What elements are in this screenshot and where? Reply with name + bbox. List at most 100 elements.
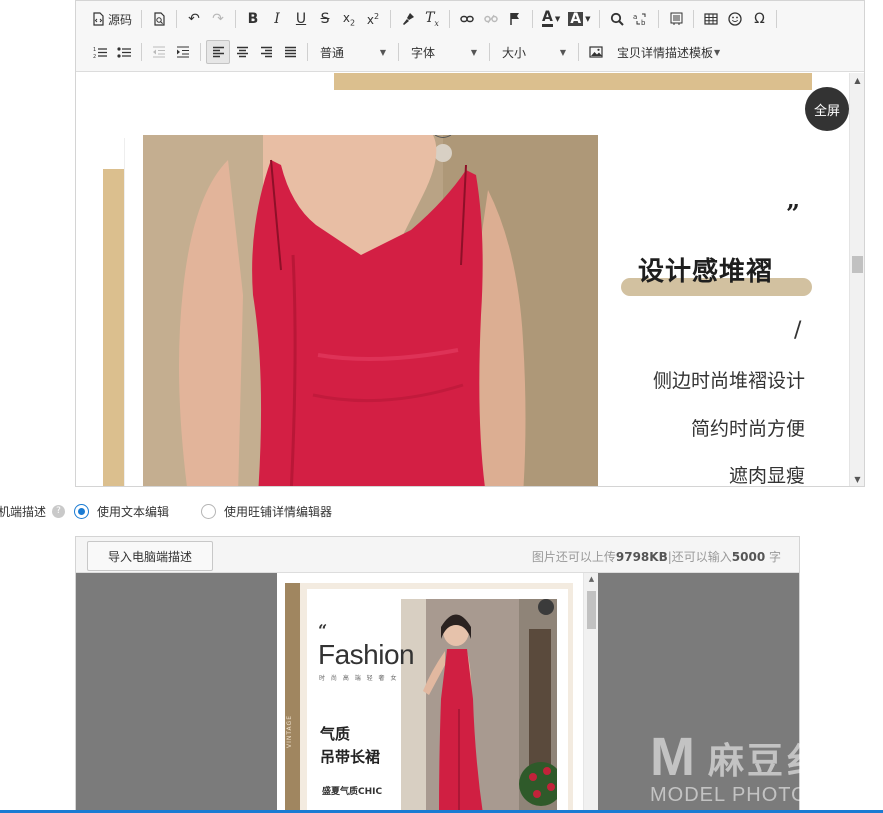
source-code-label: 源码 <box>108 12 133 27</box>
chevron-down-icon: ▼ <box>714 47 721 57</box>
poster-open-quote: “ <box>318 621 328 640</box>
text-color-button[interactable]: A ▼ <box>538 7 564 31</box>
source-code-button[interactable]: 源码 <box>88 7 136 31</box>
scrollbar-thumb[interactable] <box>587 591 596 629</box>
mobile-product-photo <box>401 599 557 813</box>
preview-icon <box>153 12 165 26</box>
mobile-description-option-row: 机端描述 ? 使用文本编辑 使用旺铺详情编辑器 <box>0 500 560 522</box>
link-button[interactable] <box>455 7 479 31</box>
toolbar-row-1: 源码 ↶ ↷ B I U S x2 x2 Tx A ▼ A ▼ a b Ω <box>88 5 782 33</box>
mobile-description-label: 机端描述 <box>0 504 47 519</box>
bullet-list-button[interactable] <box>112 40 136 64</box>
poster-feature-1: 侧边时尚堆褶设计 <box>652 370 805 392</box>
emoji-button[interactable] <box>723 7 747 31</box>
strikethrough-icon: S <box>320 11 330 27</box>
paragraph-format-select[interactable]: 普通 ▼ <box>313 40 393 64</box>
quota-prefix: 图片还可以上传 <box>531 550 616 564</box>
radio-text-edit[interactable] <box>74 503 90 519</box>
text-color-icon: A <box>542 9 553 27</box>
undo-button[interactable]: ↶ <box>182 7 206 31</box>
flag-icon <box>510 13 520 25</box>
chevron-down-icon: ▼ <box>585 15 591 23</box>
quota-kb-value: 9798KB <box>615 550 668 564</box>
svg-text:2: 2 <box>93 54 96 59</box>
insert-table-button[interactable] <box>699 7 723 31</box>
align-justify-button[interactable] <box>278 40 302 64</box>
toolbar-separator <box>200 43 201 61</box>
link-icon <box>460 15 474 23</box>
radio-wangpu-editor-label[interactable]: 使用旺铺详情编辑器 <box>224 503 332 520</box>
editor-content[interactable]: ” 设计感堆褶 / 侧边时尚堆褶设计 简约时尚方便 遮肉显瘦 <box>76 73 849 486</box>
replace-button[interactable]: ab <box>629 7 653 31</box>
table-icon <box>704 13 719 25</box>
align-center-button[interactable] <box>230 40 254 64</box>
subscript-button[interactable]: x2 <box>337 7 361 31</box>
detail-template-menu[interactable]: 宝贝详情描述模板 ▼ <box>614 40 723 64</box>
scroll-down-arrow-icon[interactable]: ▼ <box>850 472 865 486</box>
svg-text:a: a <box>633 13 637 21</box>
superscript-button[interactable]: x2 <box>361 7 385 31</box>
search-replace-icon: ab <box>633 13 646 26</box>
background-color-icon: A <box>568 11 584 27</box>
ordered-list-button[interactable]: 12 <box>88 40 112 64</box>
preview-button[interactable] <box>147 7 171 31</box>
code-block-button[interactable] <box>664 7 688 31</box>
chevron-down-icon: ▼ <box>554 15 561 23</box>
bullet-list-icon <box>117 46 131 58</box>
special-char-button[interactable]: Ω <box>747 7 771 31</box>
poster-line-2: 吊带长裙 <box>320 748 381 766</box>
scroll-up-arrow-icon[interactable]: ▲ <box>850 73 865 87</box>
editor-scrollbar[interactable]: ▲ ▼ <box>849 73 864 486</box>
align-left-button[interactable] <box>206 40 230 64</box>
toolbar-separator <box>398 43 399 61</box>
poster-feature-2: 简约时尚方便 <box>690 418 805 440</box>
align-center-icon <box>236 46 248 58</box>
fullscreen-button[interactable]: 全屏 <box>805 87 849 131</box>
superscript-icon: x2 <box>366 11 380 27</box>
mobile-preview[interactable]: VINTAGE “ Fashion 时 尚 高 端 轻 奢 女 气质 吊带长裙 … <box>277 573 598 813</box>
font-size-select[interactable]: 大小 ▼ <box>495 40 573 64</box>
radio-text-edit-label[interactable]: 使用文本编辑 <box>97 503 169 520</box>
outdent-button[interactable] <box>147 40 171 64</box>
poster-headline: 设计感堆褶 <box>638 257 774 287</box>
poster-fashion-title: Fashion <box>318 639 415 670</box>
unlink-button[interactable] <box>479 7 503 31</box>
bold-button[interactable]: B <box>241 7 265 31</box>
poster-accent-bar <box>334 73 812 90</box>
model-photo-illustration <box>401 599 557 813</box>
anchor-button[interactable] <box>503 7 527 31</box>
poster-photo-frame <box>125 138 143 486</box>
format-painter-button[interactable] <box>396 7 420 31</box>
insert-image-button[interactable] <box>584 40 608 64</box>
poster-vertical-text: VINTAGE <box>286 714 294 749</box>
mobile-preview-scrollbar[interactable]: ▲ <box>583 573 598 813</box>
indent-button[interactable] <box>171 40 195 64</box>
italic-button[interactable]: I <box>265 7 289 31</box>
background-color-button[interactable]: A ▼ <box>564 7 594 31</box>
redo-button[interactable]: ↷ <box>206 7 230 31</box>
help-icon[interactable]: ? <box>52 504 66 518</box>
toolbar-separator <box>489 43 490 61</box>
radio-wangpu-editor[interactable] <box>201 503 217 519</box>
quota-suffix: 字 <box>765 550 781 564</box>
import-pc-description-button[interactable]: 导入电脑端描述 <box>87 541 213 571</box>
ordered-list-icon: 12 <box>93 47 107 59</box>
mobile-poster: VINTAGE “ Fashion 时 尚 高 端 轻 奢 女 气质 吊带长裙 … <box>285 583 573 813</box>
scrollbar-thumb[interactable] <box>852 256 863 273</box>
detail-template-label: 宝贝详情描述模板 <box>617 45 714 60</box>
underline-button[interactable]: U <box>289 7 313 31</box>
search-button[interactable] <box>605 7 629 31</box>
font-family-select[interactable]: 字体 ▼ <box>404 40 484 64</box>
underline-icon: U <box>295 11 307 27</box>
toolbar-separator <box>658 10 660 28</box>
align-right-button[interactable] <box>254 40 278 64</box>
clear-format-button[interactable]: Tx <box>420 7 444 31</box>
toolbar-separator <box>141 10 143 28</box>
strikethrough-button[interactable]: S <box>313 7 337 31</box>
scroll-up-arrow-icon[interactable]: ▲ <box>584 573 598 585</box>
watermark-en-text: MODEL PHOTO <box>650 784 808 806</box>
watermark: M 麻豆纟 MODEL PHOTO <box>650 724 883 813</box>
poster-accent-strip <box>103 169 125 486</box>
toolbar-separator <box>390 10 392 28</box>
align-right-icon <box>260 46 272 58</box>
